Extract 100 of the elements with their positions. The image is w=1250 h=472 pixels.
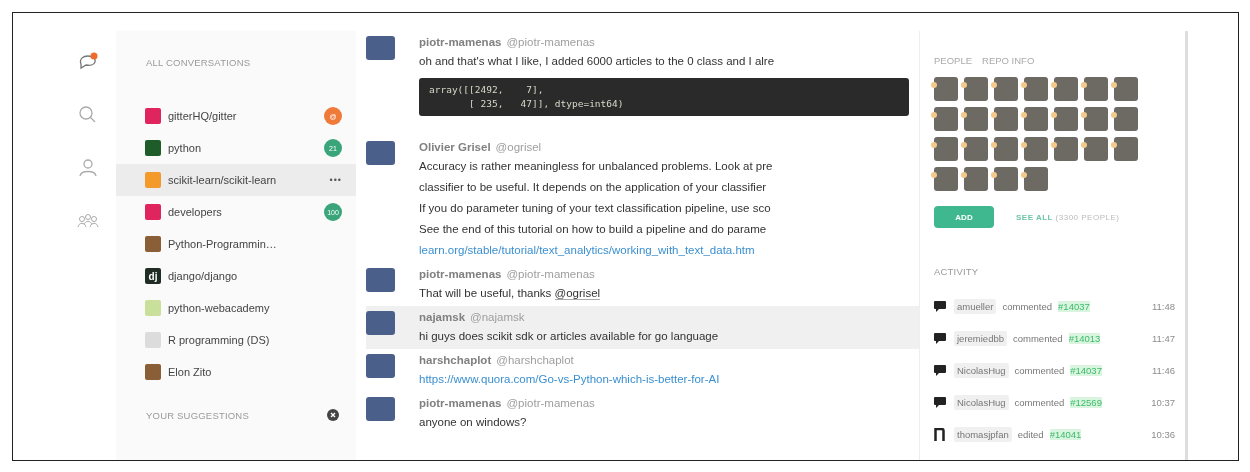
user-handle: @piotr-mamenas	[506, 268, 595, 280]
speech-bubble-icon	[934, 396, 946, 408]
user-name[interactable]: najamsk	[419, 311, 466, 323]
avatar-photo-placeholder	[366, 36, 395, 60]
avatar-photo-placeholder	[145, 236, 161, 252]
avatar-photo-placeholder	[366, 268, 395, 292]
mention-link[interactable]: @ogrisel	[554, 287, 601, 300]
issue-link[interactable]: #14037	[1058, 300, 1090, 312]
room-name: django/django	[168, 270, 239, 282]
room-logo-icon: dj	[145, 268, 161, 284]
conversation-item[interactable]: scikit-learn/scikit-learn •••	[116, 164, 356, 196]
conversation-item[interactable]: Elon Zito	[116, 356, 356, 388]
room-name: scikit-learn/scikit-learn	[168, 174, 278, 186]
room-name: python	[168, 142, 203, 154]
avatar-photo-placeholder[interactable]	[994, 167, 1018, 191]
avatar-photo-placeholder[interactable]	[934, 107, 958, 131]
user-handle: @piotr-mamenas	[506, 36, 595, 48]
message-link[interactable]: learn.org/stable/tutorial/text_analytics/working_with_text_data.htm	[419, 240, 909, 261]
add-button[interactable]: ADD	[934, 206, 994, 228]
avatar-photo-placeholder[interactable]	[994, 137, 1018, 161]
message-text: If you do parameter tuning of your text classification pipeline, use sco	[419, 201, 772, 216]
activity-action: commented	[1002, 300, 1053, 312]
avatar-photo-placeholder[interactable]	[994, 107, 1018, 131]
avatar-photo-placeholder[interactable]	[1024, 167, 1048, 191]
avatar-photo-placeholder[interactable]	[964, 137, 988, 161]
issue-link[interactable]: #14041	[1049, 428, 1082, 440]
speech-bubble-icon	[934, 364, 946, 376]
message-text: oh and that's what I like, I added 6000 articles to the 0 class and I alre	[419, 54, 776, 69]
room-name: developers	[168, 206, 223, 218]
user-handle: @harshchaplot	[496, 354, 574, 366]
avatar-photo-placeholder[interactable]	[994, 77, 1018, 101]
person-icon[interactable]	[77, 157, 99, 179]
conversation-item[interactable]: python-webacademy	[116, 292, 356, 324]
room-name: Python-Programmin…	[168, 238, 278, 250]
user-name[interactable]: Olivier Grisel	[419, 141, 491, 153]
avatar-photo-placeholder[interactable]	[934, 167, 958, 191]
avatar-photo-placeholder	[145, 364, 161, 380]
speech-bubble-icon	[934, 332, 946, 344]
message-text: hi guys does scikit sdk or articles available for go language	[419, 329, 720, 344]
more-button[interactable]: •••	[329, 175, 342, 185]
avatar-photo-placeholder[interactable]	[1084, 77, 1108, 101]
issue-link[interactable]: #14013	[1068, 332, 1101, 344]
timestamp: 11:47	[1151, 332, 1175, 344]
avatar-photo-placeholder[interactable]	[1054, 77, 1078, 101]
code-block: array([[2492, 7], [ 235, 47]], dtype=int64)	[419, 78, 909, 116]
panel-tab[interactable]: PEOPLE	[934, 55, 973, 66]
user-name[interactable]: harshchaplot	[419, 354, 492, 366]
user-name[interactable]: piotr-mamenas	[419, 36, 502, 48]
room-name: R programming (DS)	[168, 334, 271, 346]
avatar-photo-placeholder[interactable]	[1114, 77, 1138, 101]
avatar-photo-placeholder[interactable]	[964, 167, 988, 191]
room-avatar	[145, 332, 161, 348]
avatar-photo-placeholder[interactable]	[1024, 77, 1048, 101]
message-text: classifier to be useful. It depends on the application of your classifier	[419, 180, 768, 195]
avatar-photo-placeholder[interactable]	[1084, 137, 1108, 161]
user-name[interactable]: piotr-mamenas	[419, 268, 502, 280]
user-chip[interactable]: NicolasHug	[954, 362, 1009, 378]
room-logo-icon	[145, 108, 161, 124]
message-link[interactable]: https://www.quora.com/Go-vs-Python-which-is-better-for-AI	[419, 369, 909, 390]
avatar-photo-placeholder	[366, 397, 395, 421]
avatar-photo-placeholder[interactable]	[1114, 137, 1138, 161]
user-chip[interactable]: jeremiedbb	[954, 330, 1007, 346]
avatar-photo-placeholder	[366, 141, 395, 165]
conversation-item[interactable]: Python-Programmin…	[116, 228, 356, 260]
close-icon[interactable]	[327, 409, 339, 421]
section-heading: ALL CONVERSATIONS	[145, 56, 252, 70]
activity-action: commented	[1014, 364, 1065, 376]
user-chip[interactable]: thomasjpfan	[954, 426, 1012, 442]
activity-action: commented	[1013, 332, 1063, 344]
avatar-photo-placeholder[interactable]	[1114, 107, 1138, 131]
user-handle: @piotr-mamenas	[506, 397, 595, 409]
avatar-photo-placeholder[interactable]	[934, 77, 958, 101]
user-chip[interactable]: NicolasHug	[954, 394, 1009, 410]
avatar-photo-placeholder	[366, 311, 395, 335]
room-logo-icon	[145, 204, 161, 220]
message-text: That will be useful, thanks @ogrisel	[419, 286, 602, 302]
conversation-item[interactable]: dj django/django	[116, 260, 356, 292]
avatar-photo-placeholder[interactable]	[934, 137, 958, 161]
timestamp: 11:48	[1151, 300, 1175, 312]
issue-link[interactable]: #14037	[1070, 364, 1102, 376]
room-name: gitterHQ/gitter	[168, 110, 238, 122]
activity-action: commented	[1014, 396, 1065, 408]
avatar-photo-placeholder[interactable]	[1054, 107, 1078, 131]
avatar-photo-placeholder[interactable]	[1084, 107, 1108, 131]
avatar-photo-placeholder[interactable]	[1024, 107, 1048, 131]
issue-link[interactable]: #12569	[1070, 396, 1102, 408]
conversation-item[interactable]: R programming (DS)	[116, 324, 356, 356]
avatar-photo-placeholder[interactable]	[964, 77, 988, 101]
room-logo-icon	[145, 300, 161, 316]
avatar-photo-placeholder[interactable]	[964, 107, 988, 131]
user-name[interactable]: piotr-mamenas	[419, 397, 502, 409]
avatar-photo-placeholder[interactable]	[1024, 137, 1048, 161]
avatar-photo-placeholder[interactable]	[1054, 137, 1078, 161]
avatar-photo-placeholder	[366, 354, 395, 378]
speech-bubble-icon	[934, 300, 946, 312]
panel-tab[interactable]: REPO INFO	[982, 55, 1035, 66]
room-logo-icon	[145, 172, 161, 188]
user-chip[interactable]: amueller	[954, 298, 997, 314]
user-handle: @najamsk	[470, 311, 525, 323]
section-heading: YOUR SUGGESTIONS	[146, 409, 249, 421]
